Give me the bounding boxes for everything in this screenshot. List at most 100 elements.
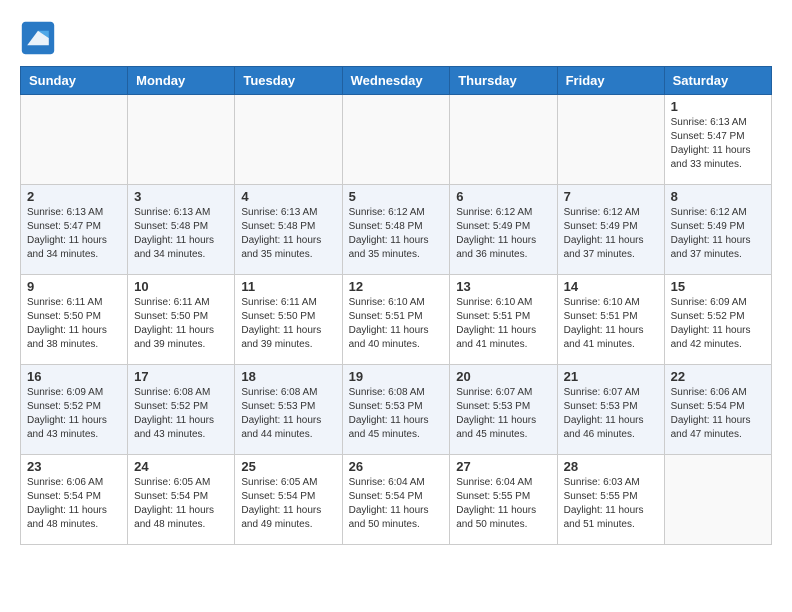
logo: [20, 20, 60, 56]
day-number: 17: [134, 369, 228, 384]
calendar-cell: 8 Sunrise: 6:12 AM Sunset: 5:49 PM Daylig…: [664, 185, 771, 275]
calendar-cell: [235, 95, 342, 185]
day-info: Sunrise: 6:11 AM Sunset: 5:50 PM Dayligh…: [27, 296, 121, 352]
calendar-cell: [557, 95, 664, 185]
day-number: 27: [456, 459, 550, 474]
calendar-cell: 9 Sunrise: 6:11 AM Sunset: 5:50 PM Daylig…: [21, 275, 128, 365]
day-info: Sunrise: 6:13 AM Sunset: 5:48 PM Dayligh…: [134, 206, 228, 262]
calendar-cell: 22 Sunrise: 6:06 AM Sunset: 5:54 PM Dayli…: [664, 365, 771, 455]
day-number: 1: [671, 99, 765, 114]
calendar-cell: 5 Sunrise: 6:12 AM Sunset: 5:48 PM Daylig…: [342, 185, 450, 275]
day-info: Sunrise: 6:03 AM Sunset: 5:55 PM Dayligh…: [564, 476, 658, 532]
calendar-cell: 19 Sunrise: 6:08 AM Sunset: 5:53 PM Dayli…: [342, 365, 450, 455]
calendar-cell: 14 Sunrise: 6:10 AM Sunset: 5:51 PM Dayli…: [557, 275, 664, 365]
day-number: 11: [241, 279, 335, 294]
calendar-week-row: 2 Sunrise: 6:13 AM Sunset: 5:47 PM Daylig…: [21, 185, 772, 275]
day-info: Sunrise: 6:12 AM Sunset: 5:49 PM Dayligh…: [456, 206, 550, 262]
day-info: Sunrise: 6:08 AM Sunset: 5:53 PM Dayligh…: [241, 386, 335, 442]
day-number: 8: [671, 189, 765, 204]
weekday-header-row: SundayMondayTuesdayWednesdayThursdayFrid…: [21, 67, 772, 95]
day-info: Sunrise: 6:07 AM Sunset: 5:53 PM Dayligh…: [564, 386, 658, 442]
day-info: Sunrise: 6:10 AM Sunset: 5:51 PM Dayligh…: [564, 296, 658, 352]
weekday-header: Saturday: [664, 67, 771, 95]
day-info: Sunrise: 6:09 AM Sunset: 5:52 PM Dayligh…: [671, 296, 765, 352]
calendar: SundayMondayTuesdayWednesdayThursdayFrid…: [20, 66, 772, 545]
day-info: Sunrise: 6:08 AM Sunset: 5:53 PM Dayligh…: [349, 386, 444, 442]
calendar-week-row: 23 Sunrise: 6:06 AM Sunset: 5:54 PM Dayli…: [21, 455, 772, 545]
day-number: 19: [349, 369, 444, 384]
day-number: 18: [241, 369, 335, 384]
calendar-cell: 15 Sunrise: 6:09 AM Sunset: 5:52 PM Dayli…: [664, 275, 771, 365]
calendar-cell: 25 Sunrise: 6:05 AM Sunset: 5:54 PM Dayli…: [235, 455, 342, 545]
day-info: Sunrise: 6:08 AM Sunset: 5:52 PM Dayligh…: [134, 386, 228, 442]
calendar-cell: 7 Sunrise: 6:12 AM Sunset: 5:49 PM Daylig…: [557, 185, 664, 275]
day-number: 22: [671, 369, 765, 384]
day-number: 24: [134, 459, 228, 474]
day-info: Sunrise: 6:10 AM Sunset: 5:51 PM Dayligh…: [456, 296, 550, 352]
calendar-cell: 13 Sunrise: 6:10 AM Sunset: 5:51 PM Dayli…: [450, 275, 557, 365]
calendar-cell: [128, 95, 235, 185]
day-info: Sunrise: 6:12 AM Sunset: 5:49 PM Dayligh…: [671, 206, 765, 262]
day-info: Sunrise: 6:04 AM Sunset: 5:54 PM Dayligh…: [349, 476, 444, 532]
calendar-cell: 16Sunrise: 6:09 AM Sunset: 5:52 PM Dayli…: [21, 365, 128, 455]
weekday-header: Wednesday: [342, 67, 450, 95]
day-number: 9: [27, 279, 121, 294]
day-number: 7: [564, 189, 658, 204]
day-number: 13: [456, 279, 550, 294]
weekday-header: Tuesday: [235, 67, 342, 95]
day-info: Sunrise: 6:12 AM Sunset: 5:49 PM Dayligh…: [564, 206, 658, 262]
day-info: Sunrise: 6:13 AM Sunset: 5:47 PM Dayligh…: [27, 206, 121, 262]
day-number: 4: [241, 189, 335, 204]
day-info: Sunrise: 6:07 AM Sunset: 5:53 PM Dayligh…: [456, 386, 550, 442]
calendar-cell: 6 Sunrise: 6:12 AM Sunset: 5:49 PM Daylig…: [450, 185, 557, 275]
calendar-cell: 21 Sunrise: 6:07 AM Sunset: 5:53 PM Dayli…: [557, 365, 664, 455]
day-number: 20: [456, 369, 550, 384]
day-number: 21: [564, 369, 658, 384]
calendar-week-row: 16Sunrise: 6:09 AM Sunset: 5:52 PM Dayli…: [21, 365, 772, 455]
calendar-week-row: 9 Sunrise: 6:11 AM Sunset: 5:50 PM Daylig…: [21, 275, 772, 365]
day-number: 10: [134, 279, 228, 294]
calendar-cell: 18 Sunrise: 6:08 AM Sunset: 5:53 PM Dayli…: [235, 365, 342, 455]
calendar-cell: 1Sunrise: 6:13 AM Sunset: 5:47 PM Daylig…: [664, 95, 771, 185]
calendar-cell: [664, 455, 771, 545]
day-number: 26: [349, 459, 444, 474]
calendar-cell: 11 Sunrise: 6:11 AM Sunset: 5:50 PM Dayli…: [235, 275, 342, 365]
calendar-cell: 27 Sunrise: 6:04 AM Sunset: 5:55 PM Dayli…: [450, 455, 557, 545]
day-number: 23: [27, 459, 121, 474]
calendar-cell: 24 Sunrise: 6:05 AM Sunset: 5:54 PM Dayli…: [128, 455, 235, 545]
day-number: 3: [134, 189, 228, 204]
day-info: Sunrise: 6:05 AM Sunset: 5:54 PM Dayligh…: [134, 476, 228, 532]
calendar-cell: 26 Sunrise: 6:04 AM Sunset: 5:54 PM Dayli…: [342, 455, 450, 545]
weekday-header: Monday: [128, 67, 235, 95]
day-info: Sunrise: 6:06 AM Sunset: 5:54 PM Dayligh…: [671, 386, 765, 442]
day-info: Sunrise: 6:10 AM Sunset: 5:51 PM Dayligh…: [349, 296, 444, 352]
day-number: 15: [671, 279, 765, 294]
day-number: 28: [564, 459, 658, 474]
calendar-cell: 10 Sunrise: 6:11 AM Sunset: 5:50 PM Dayli…: [128, 275, 235, 365]
calendar-cell: 2 Sunrise: 6:13 AM Sunset: 5:47 PM Daylig…: [21, 185, 128, 275]
day-info: Sunrise: 6:04 AM Sunset: 5:55 PM Dayligh…: [456, 476, 550, 532]
day-number: 14: [564, 279, 658, 294]
day-number: 2: [27, 189, 121, 204]
day-number: 5: [349, 189, 444, 204]
day-number: 25: [241, 459, 335, 474]
calendar-cell: [21, 95, 128, 185]
calendar-cell: 28 Sunrise: 6:03 AM Sunset: 5:55 PM Dayli…: [557, 455, 664, 545]
calendar-cell: 23 Sunrise: 6:06 AM Sunset: 5:54 PM Dayli…: [21, 455, 128, 545]
day-info: Sunrise: 6:12 AM Sunset: 5:48 PM Dayligh…: [349, 206, 444, 262]
calendar-cell: [450, 95, 557, 185]
calendar-cell: 12 Sunrise: 6:10 AM Sunset: 5:51 PM Dayli…: [342, 275, 450, 365]
day-info: Sunrise: 6:11 AM Sunset: 5:50 PM Dayligh…: [134, 296, 228, 352]
calendar-week-row: 1Sunrise: 6:13 AM Sunset: 5:47 PM Daylig…: [21, 95, 772, 185]
day-info: Sunrise: 6:05 AM Sunset: 5:54 PM Dayligh…: [241, 476, 335, 532]
day-number: 6: [456, 189, 550, 204]
calendar-cell: 20 Sunrise: 6:07 AM Sunset: 5:53 PM Dayli…: [450, 365, 557, 455]
day-info: Sunrise: 6:06 AM Sunset: 5:54 PM Dayligh…: [27, 476, 121, 532]
calendar-cell: [342, 95, 450, 185]
day-info: Sunrise: 6:11 AM Sunset: 5:50 PM Dayligh…: [241, 296, 335, 352]
logo-icon: [20, 20, 56, 56]
day-info: Sunrise: 6:13 AM Sunset: 5:48 PM Dayligh…: [241, 206, 335, 262]
day-info: Sunrise: 6:09 AM Sunset: 5:52 PM Dayligh…: [27, 386, 121, 442]
day-number: 12: [349, 279, 444, 294]
weekday-header: Thursday: [450, 67, 557, 95]
